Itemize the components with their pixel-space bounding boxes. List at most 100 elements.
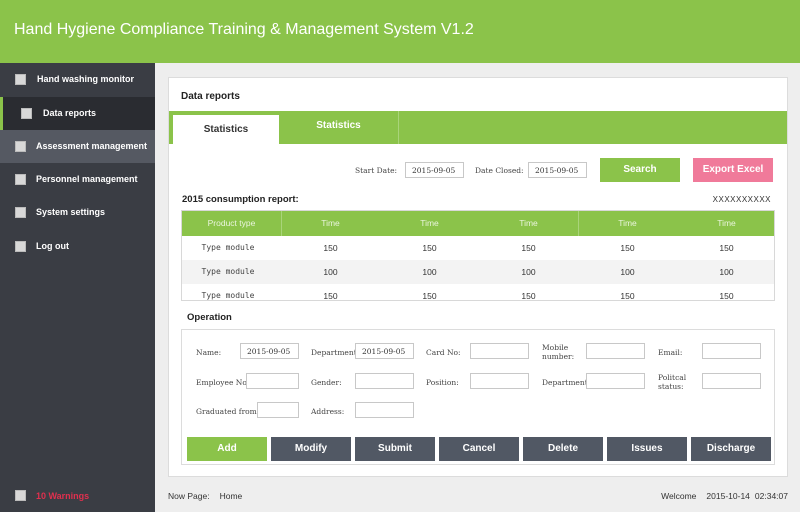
table-header: Product type Time Time Time Time Time xyxy=(182,211,774,236)
delete-button[interactable]: Delete xyxy=(523,437,603,461)
sidebar-item-log-out[interactable]: Log out xyxy=(0,230,155,263)
current-date: 2015-10-14 xyxy=(706,491,750,501)
address-label: Address: xyxy=(311,407,345,416)
name-label: Name: xyxy=(196,348,222,357)
sidebar-item-label: Log out xyxy=(36,241,69,251)
operation-form: Name: Department: Card No: Mobile number… xyxy=(181,329,775,465)
sidebar-item-label: Hand washing monitor xyxy=(37,74,135,84)
political-status-input[interactable] xyxy=(702,373,761,389)
table-cell: 150 xyxy=(620,291,635,301)
address-input[interactable] xyxy=(355,402,414,418)
gender-label: Gender: xyxy=(311,378,342,387)
column-header: Time xyxy=(618,218,637,228)
email-input[interactable] xyxy=(702,343,761,359)
table-cell: 100 xyxy=(719,267,734,277)
date-closed-input[interactable] xyxy=(528,162,587,178)
footer-status: Welcome 2015-10-14 02:34:07 xyxy=(661,491,788,501)
report-code: XXXXXXXXXX xyxy=(712,195,771,204)
footer-now-page: Now Page: Home xyxy=(168,491,242,501)
political-status-label: Politcal status: xyxy=(658,373,687,391)
table-cell: 150 xyxy=(521,243,536,253)
sidebar-item-label: Personnel management xyxy=(36,174,138,184)
name-input[interactable] xyxy=(240,343,299,359)
employee-no-input[interactable] xyxy=(246,373,299,389)
email-label: Email: xyxy=(658,348,683,357)
column-header: Time xyxy=(321,218,340,228)
square-icon xyxy=(15,141,26,152)
sidebar: Hand washing monitor Data reports Assess… xyxy=(0,63,155,512)
square-icon xyxy=(15,207,26,218)
table-cell: 100 xyxy=(323,267,338,277)
column-header: Time xyxy=(519,218,538,228)
warnings-indicator[interactable]: 10 Warnings xyxy=(0,487,155,507)
add-button[interactable]: Add xyxy=(187,437,267,461)
sidebar-item-personnel-management[interactable]: Personnel management xyxy=(0,163,155,196)
sidebar-item-assessment-management[interactable]: Assessment management xyxy=(0,130,155,163)
table-cell: 150 xyxy=(719,291,734,301)
position-label: Position: xyxy=(426,378,459,387)
table-cell: 100 xyxy=(422,267,437,277)
department-2-label: Department: xyxy=(542,378,591,387)
modify-button[interactable]: Modify xyxy=(271,437,351,461)
table-cell: Type module xyxy=(201,243,255,252)
table-cell: 150 xyxy=(323,243,338,253)
mobile-number-input[interactable] xyxy=(586,343,645,359)
export-excel-button[interactable]: Export Excel xyxy=(693,158,773,182)
column-header: Time xyxy=(420,218,439,228)
data-reports-panel: Data reports Statistics Statistics Start… xyxy=(168,77,788,477)
table-cell: 100 xyxy=(620,267,635,277)
panel-title: Data reports xyxy=(181,91,240,102)
table-row[interactable]: Type module 150 150 150 150 150 xyxy=(182,236,774,260)
table-cell: Type module xyxy=(201,291,255,300)
department-label: Department: xyxy=(311,348,360,357)
position-input[interactable] xyxy=(470,373,529,389)
tab-statistics[interactable]: Statistics xyxy=(279,111,399,144)
table-cell: 150 xyxy=(521,291,536,301)
now-page-value: Home xyxy=(219,491,243,501)
table-row[interactable]: Type module 150 150 150 150 150 xyxy=(182,284,774,301)
square-icon xyxy=(15,241,26,252)
sidebar-item-hand-washing-monitor[interactable]: Hand washing monitor xyxy=(0,63,155,96)
warnings-label: 10 Warnings xyxy=(36,491,90,501)
submit-button[interactable]: Submit xyxy=(355,437,435,461)
column-header: Product type xyxy=(207,218,256,228)
sidebar-item-data-reports[interactable]: Data reports xyxy=(0,97,155,130)
sidebar-item-label: Data reports xyxy=(43,108,97,118)
employee-no-label: Employee No: xyxy=(196,378,250,387)
graduated-from-input[interactable] xyxy=(257,402,299,418)
table-cell: 150 xyxy=(422,291,437,301)
table-cell: 150 xyxy=(422,243,437,253)
gender-input[interactable] xyxy=(355,373,414,389)
app-header: Hand Hygiene Compliance Training & Manag… xyxy=(0,0,800,63)
start-date-label: Start Date: xyxy=(355,166,398,175)
current-time: 02:34:07 xyxy=(754,491,788,501)
search-button[interactable]: Search xyxy=(600,158,680,182)
card-no-label: Card No: xyxy=(426,348,461,357)
date-closed-label: Date Closed: xyxy=(475,166,524,175)
welcome-text: Welcome xyxy=(661,491,697,501)
department-2-input[interactable] xyxy=(586,373,645,389)
consumption-table: Product type Time Time Time Time Time Ty… xyxy=(181,210,775,301)
discharge-button[interactable]: Discharge xyxy=(691,437,771,461)
sidebar-item-label: System settings xyxy=(36,207,106,217)
department-input[interactable] xyxy=(355,343,414,359)
start-date-input[interactable] xyxy=(405,162,464,178)
mobile-number-label: Mobile number: xyxy=(542,343,575,361)
column-header: Time xyxy=(717,218,736,228)
tab-statistics-active[interactable]: Statistics xyxy=(173,115,279,144)
issues-button[interactable]: Issues xyxy=(607,437,687,461)
table-cell: 150 xyxy=(719,243,734,253)
app-title: Hand Hygiene Compliance Training & Manag… xyxy=(14,21,474,38)
sidebar-item-system-settings[interactable]: System settings xyxy=(0,196,155,229)
report-title: 2015 consumption report: xyxy=(182,194,299,205)
square-icon xyxy=(15,490,26,501)
now-page-label: Now Page: xyxy=(168,491,210,501)
sidebar-item-label: Assessment management xyxy=(36,141,148,151)
table-row[interactable]: Type module 100 100 100 100 100 xyxy=(182,260,774,284)
square-icon xyxy=(15,74,26,85)
tab-bar: Statistics Statistics xyxy=(169,111,787,144)
table-cell: 150 xyxy=(323,291,338,301)
card-no-input[interactable] xyxy=(470,343,529,359)
cancel-button[interactable]: Cancel xyxy=(439,437,519,461)
square-icon xyxy=(21,108,32,119)
